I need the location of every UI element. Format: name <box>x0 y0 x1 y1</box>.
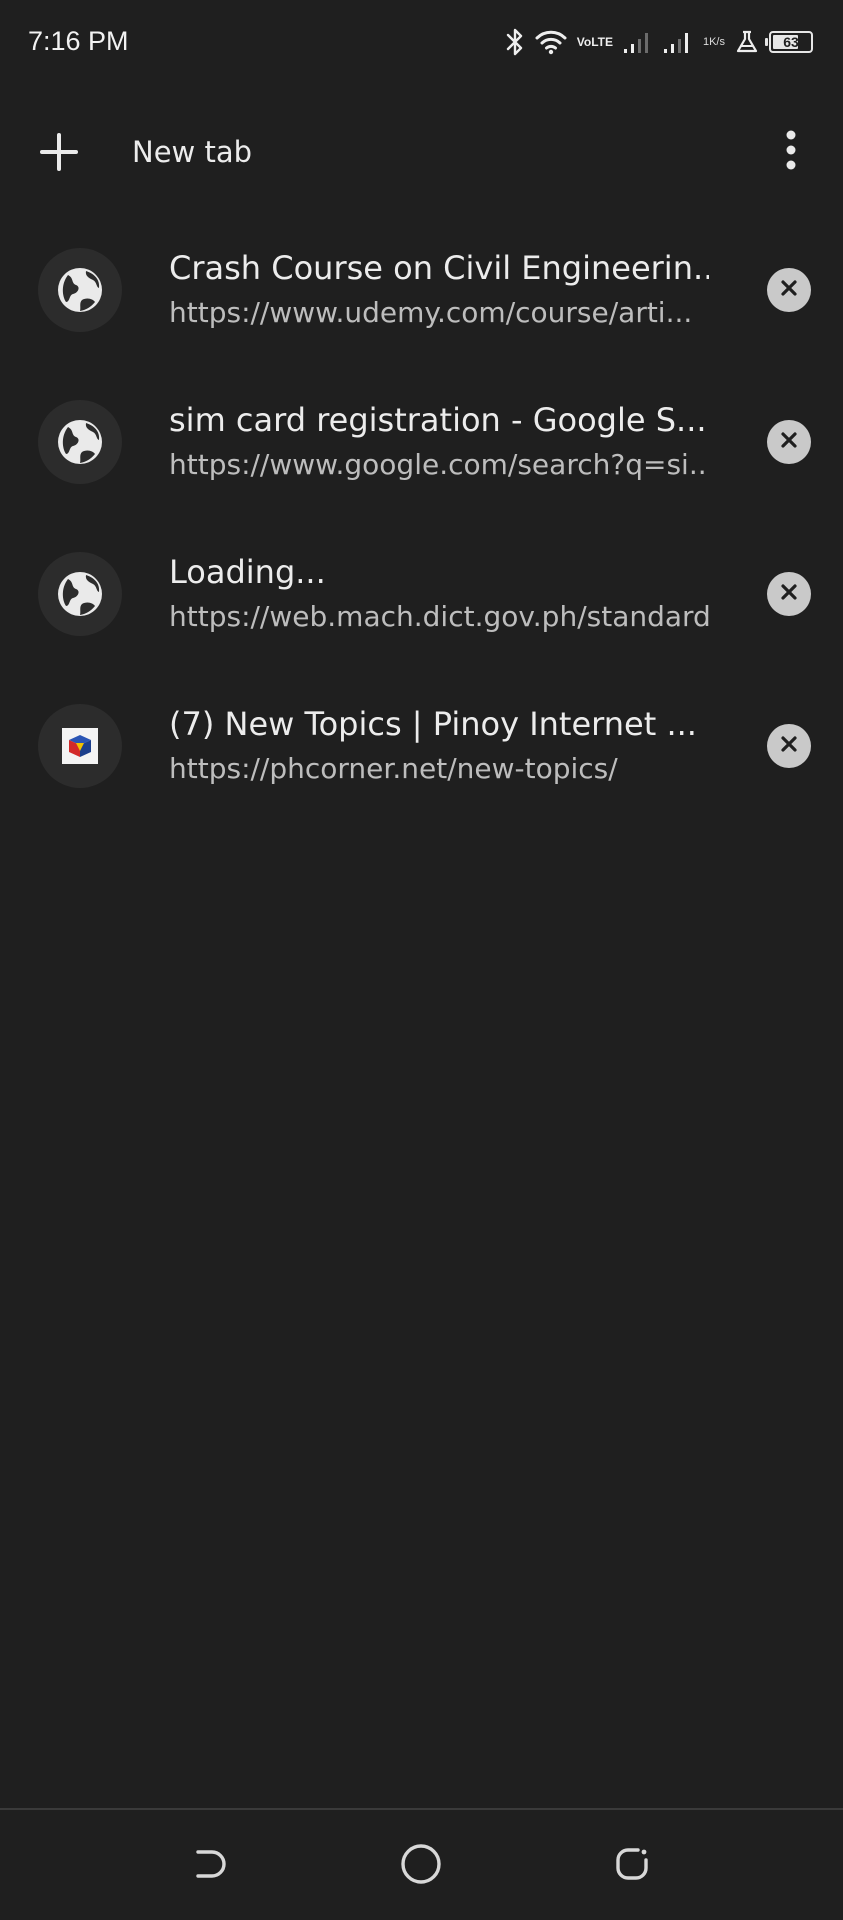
signal-icon <box>623 29 653 55</box>
more-vertical-icon <box>785 130 797 174</box>
close-tab-button[interactable] <box>767 420 811 464</box>
tab-url: https://www.google.com/search?q=si... <box>169 448 709 481</box>
recents-icon <box>612 1844 652 1888</box>
tab-text: sim card registration - Google S... http… <box>169 398 709 486</box>
close-tab-button[interactable] <box>767 268 811 312</box>
close-icon <box>779 734 799 758</box>
volte-bottom: LTE <box>591 34 613 49</box>
back-icon <box>190 1844 230 1888</box>
tab-item[interactable]: Crash Course on Civil Engineerin... http… <box>0 230 843 382</box>
close-icon <box>779 430 799 454</box>
home-button[interactable] <box>393 1838 449 1894</box>
status-icons: Vo LTE 1 K/s 63 <box>505 22 813 62</box>
speed-unit: K/s <box>709 36 725 48</box>
tab-url: https://www.udemy.com/course/arti... <box>169 296 693 329</box>
tab-text: Loading... https://web.mach.dict.gov.ph/… <box>169 550 709 638</box>
battery-indicator: 63 <box>765 31 813 53</box>
system-nav-bar <box>0 1810 843 1920</box>
close-icon <box>779 278 799 302</box>
globe-icon <box>38 552 122 636</box>
tab-text: (7) New Topics | Pinoy Internet ... http… <box>169 702 709 790</box>
volte-top: Vo <box>576 34 592 49</box>
tab-title: Crash Course on Civil Engineerin... <box>169 249 709 287</box>
recents-button[interactable] <box>604 1838 660 1894</box>
close-tab-button[interactable] <box>767 572 811 616</box>
tab-title: Loading... <box>169 553 326 591</box>
bluetooth-icon <box>505 27 525 57</box>
status-bar: 7:16 PM Vo LTE 1 K/s 63 <box>0 0 843 86</box>
new-tab-label: New tab <box>132 135 253 169</box>
tab-switcher-toolbar: New tab <box>0 100 843 204</box>
plus-icon <box>30 123 88 181</box>
battery-icon: 63 <box>765 31 813 53</box>
tab-item[interactable]: (7) New Topics | Pinoy Internet ... http… <box>0 686 843 838</box>
volte-icon: Vo LTE <box>576 34 613 49</box>
tab-url: https://phcorner.net/new-topics/ <box>169 752 618 785</box>
tab-item[interactable]: sim card registration - Google S... http… <box>0 382 843 534</box>
globe-icon <box>38 400 122 484</box>
globe-icon <box>38 248 122 332</box>
flask-icon <box>735 29 759 55</box>
close-icon <box>779 582 799 606</box>
signal-icon <box>663 29 693 55</box>
more-options-button[interactable] <box>759 120 823 184</box>
open-tabs-list: Crash Course on Civil Engineerin... http… <box>0 230 843 838</box>
new-tab-button[interactable]: New tab <box>30 120 252 184</box>
home-icon <box>399 1842 443 1890</box>
tab-title: sim card registration - Google S... <box>169 401 707 439</box>
tab-title: (7) New Topics | Pinoy Internet ... <box>169 705 697 743</box>
back-button[interactable] <box>182 1838 238 1894</box>
status-time: 7:16 PM <box>28 26 129 56</box>
data-speed: 1 K/s <box>703 36 725 48</box>
battery-level: 63 <box>783 34 799 50</box>
tab-url: https://web.mach.dict.gov.ph/standard <box>169 600 709 633</box>
tab-text: Crash Course on Civil Engineerin... http… <box>169 246 709 334</box>
tab-item[interactable]: Loading... https://web.mach.dict.gov.ph/… <box>0 534 843 686</box>
phcorner-logo-icon <box>38 704 122 788</box>
wifi-icon <box>535 29 567 55</box>
close-tab-button[interactable] <box>767 724 811 768</box>
